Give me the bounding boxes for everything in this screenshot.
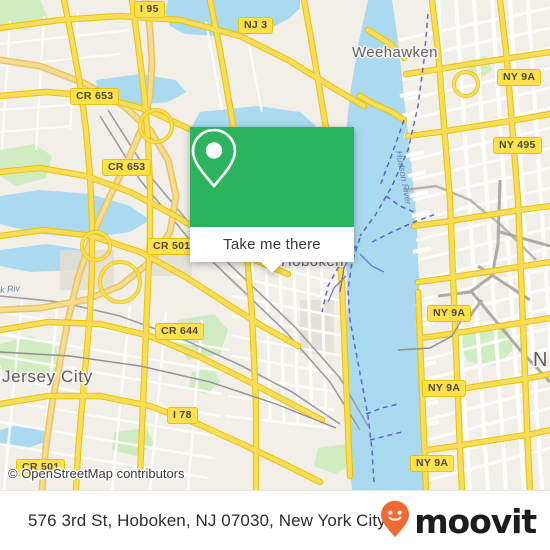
road-shield-ny9a-1: NY 9A xyxy=(497,69,542,86)
moovit-map-screenshot: Weehawken Hoboken Jersey City N k Riv Hu… xyxy=(0,0,550,550)
osm-attribution[interactable]: © OpenStreetMap contributors xyxy=(8,466,185,481)
location-popup-card[interactable]: Take me there xyxy=(190,127,354,273)
road-shield-nj3: NJ 3 xyxy=(238,17,274,34)
road-shield-cr501-1: CR 501 xyxy=(147,238,197,255)
popup-pointer-tail xyxy=(261,262,283,273)
road-shield-ny9a-2: NY 9A xyxy=(427,305,472,322)
road-shield-cr644: CR 644 xyxy=(155,323,205,340)
road-shield-i78: I 78 xyxy=(167,407,198,424)
popup-cta-area[interactable]: Take me there xyxy=(190,227,354,273)
road-shield-cr653-2: CR 653 xyxy=(102,159,152,176)
road-shield-ny9a-4: NY 9A xyxy=(410,455,455,472)
moovit-brand[interactable]: moovit xyxy=(380,491,537,550)
moovit-pin-smiley-icon xyxy=(380,500,410,543)
moovit-wordmark: moovit xyxy=(414,501,537,541)
road-shield-i95: I 95 xyxy=(134,1,165,18)
footer-address-text: 576 3rd St, Hoboken, NJ 07030, New York … xyxy=(28,511,386,530)
take-me-there-label: Take me there xyxy=(223,236,321,253)
footer-bar: 576 3rd St, Hoboken, NJ 07030, New York … xyxy=(0,490,550,550)
popup-pin-area xyxy=(190,127,354,227)
map-canvas[interactable]: Weehawken Hoboken Jersey City N k Riv Hu… xyxy=(0,0,550,490)
road-shield-ny495: NY 495 xyxy=(493,137,542,154)
road-shield-cr653-1: CR 653 xyxy=(70,88,120,105)
road-shield-ny9a-3: NY 9A xyxy=(422,380,467,397)
